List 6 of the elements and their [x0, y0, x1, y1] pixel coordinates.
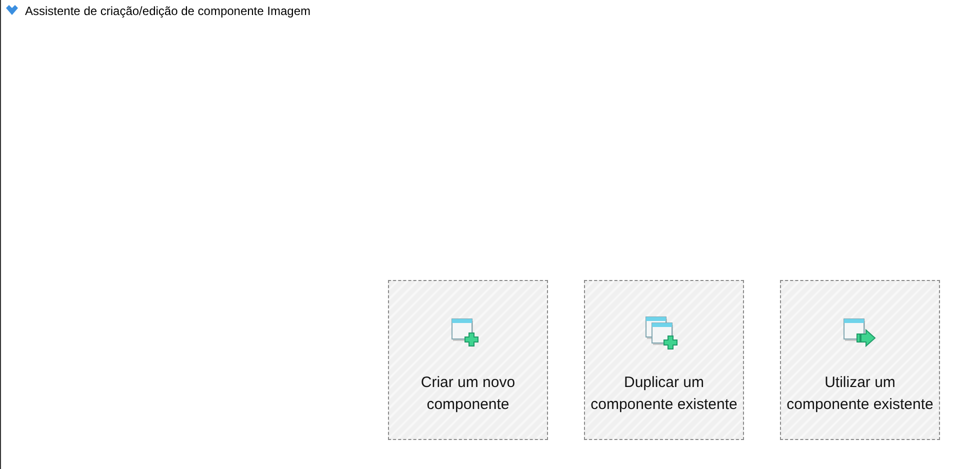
option-card[interactable]: Utilizar um componente existente [780, 280, 940, 440]
option-card[interactable]: Duplicar um componente existente [584, 280, 744, 440]
option-card[interactable]: Criar um novo componente [388, 280, 548, 440]
window-title: Assistente de criação/edição de componente Imagem [25, 3, 310, 20]
app-logo-icon [5, 5, 19, 17]
window-arrow-icon [843, 318, 877, 350]
